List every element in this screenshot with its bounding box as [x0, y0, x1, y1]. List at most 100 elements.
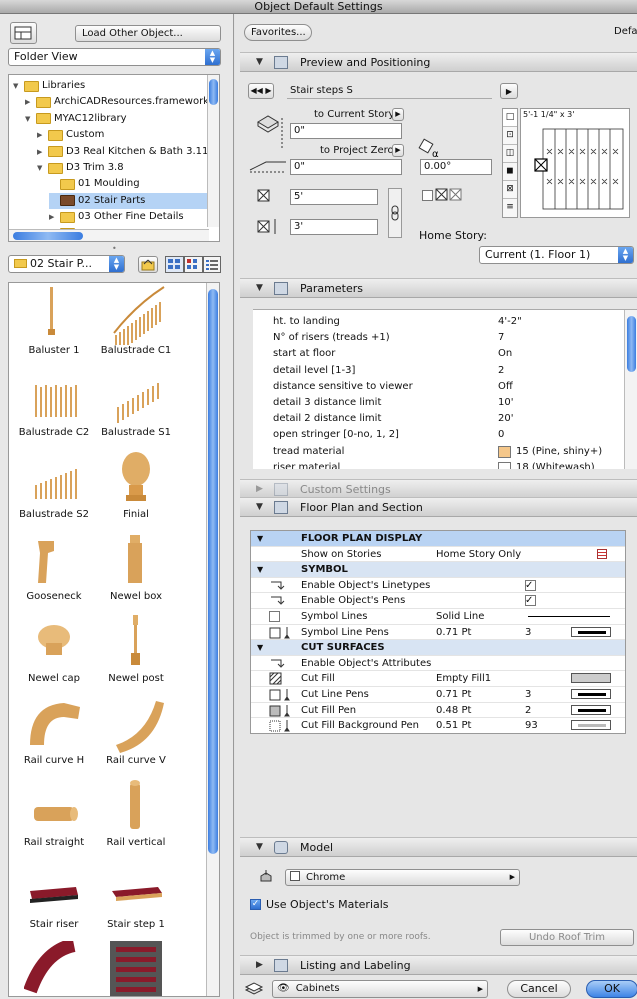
folder-up-button[interactable] — [138, 256, 158, 273]
disclosure-open-icon[interactable]: ▼ — [25, 111, 33, 127]
library-item[interactable]: Rail straight — [9, 777, 99, 857]
floorplan-row[interactable]: Cut Line Pens 0.71 Pt 3 — [251, 687, 625, 703]
floorplan-row[interactable]: Enable Object's Pens ✓ — [251, 593, 625, 609]
floorplan-row[interactable]: Cut Fill Pen 0.48 Pt 2 — [251, 703, 625, 719]
library-tree[interactable]: ▼ Libraries ▶ ArchiCADResources.framework ▼ M… — [8, 74, 220, 242]
floorplan-row[interactable]: Cut Fill Background Pen 0.51 Pt 93 — [251, 718, 625, 733]
library-item[interactable]: Baluster 1 — [9, 285, 99, 365]
collapse-arrow-icon[interactable]: ▼ — [257, 640, 263, 655]
mirror-checkbox[interactable] — [422, 190, 433, 201]
tree-item[interactable]: ▼ MYAC12library — [25, 111, 213, 127]
section-parameters[interactable]: ▼ Parameters — [240, 278, 637, 298]
disclosure-closed-icon[interactable]: ▶ — [37, 127, 45, 143]
library-item[interactable]: Newel cap — [9, 613, 99, 693]
floorplan-row-value[interactable]: Empty Fill1 — [436, 671, 491, 686]
parameter-row[interactable]: tread material 15 (Pine, shiny+) — [253, 444, 623, 460]
floorplan-checkbox[interactable] — [525, 658, 536, 669]
parameter-value[interactable]: On — [498, 346, 512, 362]
disclosure-closed-icon[interactable]: ▶ — [25, 94, 33, 110]
tree-item[interactable]: ▶ Custom — [37, 127, 213, 143]
floorplan-row-value[interactable]: 0.71 Pt — [436, 625, 471, 640]
parameter-row[interactable]: N° of risers (treads +1) 7 — [253, 330, 623, 346]
library-item[interactable]: Rail vertical — [91, 777, 181, 857]
parameter-row[interactable]: detail level [1-3] 2 — [253, 363, 623, 379]
library-item[interactable]: Newel post — [91, 613, 181, 693]
parameter-row[interactable]: riser material 18 (Whitewash) — [253, 460, 623, 469]
library-vertical-scrollbar[interactable] — [206, 283, 219, 996]
floorplan-checkbox[interactable] — [525, 595, 536, 607]
library-item[interactable]: Newel box — [91, 531, 181, 611]
library-item[interactable]: Rail curve V — [91, 695, 181, 775]
small-icon-view-button[interactable] — [184, 256, 203, 273]
floorplan-row-value[interactable]: 0.51 Pt — [436, 718, 471, 733]
disclosure-closed-icon[interactable]: ▶ — [49, 209, 57, 225]
tree-item[interactable]: ▼ D3 Trim 3.8 — [37, 160, 213, 176]
floorplan-row-value[interactable]: Solid Line — [436, 609, 484, 624]
disclosure-closed-icon[interactable]: ▶ — [37, 144, 45, 160]
floorplan-row-extra[interactable]: 93 — [525, 718, 538, 733]
plan-view-button[interactable]: □ — [503, 109, 517, 127]
use-object-materials-checkbox[interactable]: ✓ — [250, 899, 261, 910]
favorites-button[interactable]: Favorites... — [244, 24, 312, 41]
view-select[interactable]: Folder View ▲ ▼ — [8, 48, 221, 66]
floor-plan-settings-table[interactable]: ▼ FLOOR PLAN DISPLAY Show on Stories Home S… — [250, 530, 626, 734]
tree-item[interactable]: ▶ 03 Other Fine Details — [49, 209, 213, 225]
layer-select[interactable]: 👁 Cabinets ▶ — [272, 980, 488, 998]
floorplan-row[interactable]: Show on Stories Home Story Only — [251, 547, 625, 563]
library-item-partial[interactable] — [9, 941, 99, 996]
depth-input[interactable]: 3' — [290, 219, 378, 235]
parameter-value[interactable]: Off — [498, 379, 513, 395]
parameters-scroll-thumb[interactable] — [627, 316, 636, 372]
library-item[interactable]: Rail curve H — [9, 695, 99, 775]
floorplan-row-extra[interactable]: 3 — [525, 687, 531, 702]
floorplan-row-value[interactable]: 0.71 Pt — [436, 687, 471, 702]
list-view-mode-button[interactable]: ≡ — [503, 199, 517, 217]
tree-item[interactable]: 02 Stair Parts — [49, 192, 213, 209]
floorplan-row-extra[interactable]: 2 — [525, 703, 531, 718]
parameter-value[interactable]: 0 — [498, 427, 504, 443]
tree-hscroll-thumb[interactable] — [13, 232, 83, 240]
object-name-field[interactable]: Stair steps S — [287, 84, 492, 99]
floorplan-row-extra[interactable]: 3 — [525, 625, 531, 640]
library-item-partial[interactable] — [91, 941, 181, 996]
disclosure-open-icon[interactable]: ▼ — [37, 160, 45, 176]
cancel-button[interactable]: Cancel — [507, 980, 571, 998]
icon-view-button[interactable] — [165, 256, 184, 273]
parameter-value[interactable]: 7 — [498, 330, 504, 346]
library-scroll-thumb[interactable] — [208, 289, 218, 854]
floorplan-row[interactable]: Enable Object's Linetypes ✓ — [251, 578, 625, 594]
home-story-select[interactable]: Current (1. Floor 1) ▲ ▼ — [479, 246, 634, 264]
tree-item[interactable]: ▼ Libraries — [13, 78, 213, 94]
parameter-row[interactable]: distance sensitive to viewer Off — [253, 379, 623, 395]
floorplan-row-value[interactable]: 0.48 Pt — [436, 703, 471, 718]
list-view-button[interactable] — [203, 256, 221, 273]
object-menu-button[interactable]: ▶ — [500, 83, 518, 99]
section-preview-positioning[interactable]: ▼ Preview and Positioning — [240, 52, 637, 72]
parameter-value[interactable]: 10' — [498, 395, 513, 411]
library-item[interactable]: Stair riser — [9, 859, 99, 939]
tree-horizontal-scrollbar[interactable] — [9, 229, 209, 241]
floorplan-row[interactable]: Enable Object's Attributes — [251, 656, 625, 672]
library-item[interactable]: Gooseneck — [9, 531, 99, 611]
parameter-value[interactable]: 2 — [498, 363, 504, 379]
section-model[interactable]: ▼ Model — [240, 837, 637, 857]
parameters-scrollbar[interactable] — [624, 310, 637, 469]
parameter-row[interactable]: detail 2 distance limit 20' — [253, 411, 623, 427]
folder-select[interactable]: 02 Stair P... ▲ ▼ — [8, 255, 125, 273]
rotation-angle-input[interactable]: 0.00° — [420, 159, 492, 175]
tree-scroll-thumb[interactable] — [209, 79, 218, 105]
section-floor-plan[interactable]: ▼ Floor Plan and Section — [240, 497, 637, 517]
library-item[interactable]: Balustrade C2 — [9, 367, 99, 447]
parameter-row[interactable]: detail 3 distance limit 10' — [253, 395, 623, 411]
to-project-zero-input[interactable]: 0" — [290, 159, 402, 175]
zero-elevation-menu-button[interactable]: ▶ — [392, 144, 404, 157]
parameter-value[interactable]: 18 (Whitewash) — [516, 460, 595, 469]
width-input[interactable]: 5' — [290, 189, 378, 205]
library-item[interactable]: Balustrade S2 — [9, 449, 99, 529]
proportion-lock-toggle[interactable] — [388, 188, 402, 238]
library-item-grid[interactable]: Baluster 1 Balustrade C1 Balustrade C2 Balu… — [8, 282, 220, 997]
library-item[interactable]: Balustrade S1 — [91, 367, 181, 447]
3d-view-button[interactable]: ◫ — [503, 145, 517, 163]
material-select[interactable]: Chrome ▶ — [285, 869, 520, 886]
floorplan-row-value[interactable]: Home Story Only — [436, 547, 521, 562]
